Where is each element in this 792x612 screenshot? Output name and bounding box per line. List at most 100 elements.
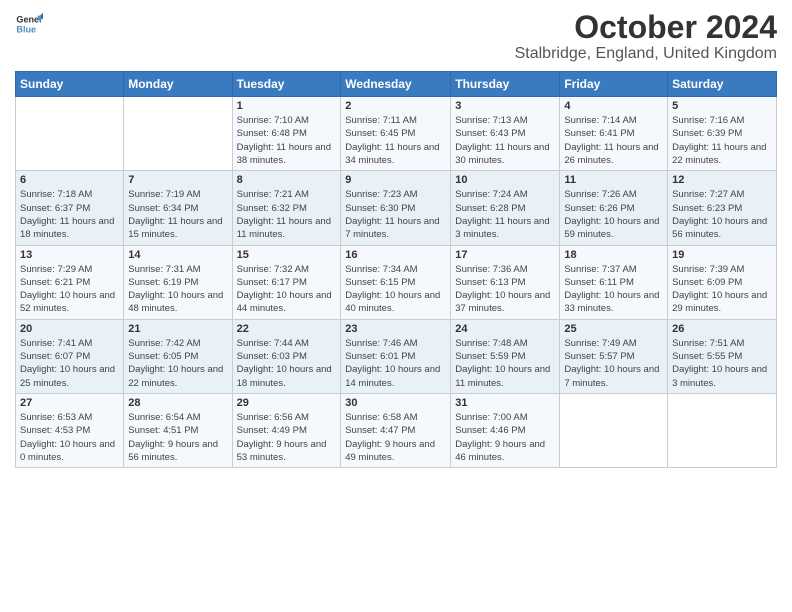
day-cell: 9Sunrise: 7:23 AM Sunset: 6:30 PM Daylig…	[341, 171, 451, 245]
day-info: Sunrise: 7:51 AM Sunset: 5:55 PM Dayligh…	[672, 337, 772, 390]
day-cell: 11 Sunrise: 7:26 AM Sunset: 6:26 PM Dayli…	[560, 171, 668, 245]
day-info: Sunrise: 6:53 AM Sunset: 4:53 PM Dayligh…	[20, 411, 119, 464]
day-info: Sunrise: 7:29 AM Sunset: 6:21 PM Dayligh…	[20, 263, 119, 316]
day-info: Sunrise: 7:46 AM Sunset: 6:01 PM Dayligh…	[345, 337, 446, 390]
day-info: Sunrise: 7:41 AM Sunset: 6:07 PM Dayligh…	[20, 337, 119, 390]
day-cell: 31 Sunrise: 7:00 AM Sunset: 4:46 PM Dayli…	[451, 393, 560, 467]
day-info: Sunrise: 7:13 AM Sunset: 6:43 PM Dayligh…	[455, 114, 555, 167]
day-info: Sunrise: 7:42 AM Sunset: 6:05 PM Dayligh…	[128, 337, 227, 390]
day-number: 29	[237, 397, 337, 409]
day-number: 13	[20, 249, 119, 261]
day-info: Sunrise: 7:16 AM Sunset: 6:39 PM Dayligh…	[672, 114, 772, 167]
title-block: October 2024 Stalbridge, England, United…	[515, 10, 777, 63]
day-cell: 8 Sunrise: 7:21 AM Sunset: 6:32 PM Daylig…	[232, 171, 341, 245]
day-cell: 20 Sunrise: 7:41 AM Sunset: 6:07 PM Dayli…	[16, 319, 124, 393]
weekday-header-tuesday: Tuesday	[232, 72, 341, 97]
week-row-2: 6 Sunrise: 7:18 AM Sunset: 6:37 PM Daylig…	[16, 171, 777, 245]
day-info: Sunrise: 7:18 AM Sunset: 6:37 PM Dayligh…	[20, 188, 119, 241]
week-row-4: 20 Sunrise: 7:41 AM Sunset: 6:07 PM Dayli…	[16, 319, 777, 393]
day-cell	[560, 393, 668, 467]
day-number: 5	[672, 100, 772, 112]
day-info: Sunrise: 7:23 AM Sunset: 6:30 PM Dayligh…	[345, 188, 446, 241]
day-number: 17	[455, 249, 555, 261]
day-number: 15	[237, 249, 337, 261]
main-title: October 2024	[515, 10, 777, 45]
day-number: 1	[237, 100, 337, 112]
weekday-header-friday: Friday	[560, 72, 668, 97]
day-number: 23	[345, 323, 446, 335]
day-cell: 6 Sunrise: 7:18 AM Sunset: 6:37 PM Daylig…	[16, 171, 124, 245]
day-info: Sunrise: 7:34 AM Sunset: 6:15 PM Dayligh…	[345, 263, 446, 316]
day-cell: 27 Sunrise: 6:53 AM Sunset: 4:53 PM Dayli…	[16, 393, 124, 467]
day-cell: 25 Sunrise: 7:49 AM Sunset: 5:57 PM Dayli…	[560, 319, 668, 393]
svg-text:Blue: Blue	[16, 24, 36, 34]
day-info: Sunrise: 7:21 AM Sunset: 6:32 PM Dayligh…	[237, 188, 337, 241]
day-cell: 26 Sunrise: 7:51 AM Sunset: 5:55 PM Dayli…	[668, 319, 777, 393]
weekday-header-saturday: Saturday	[668, 72, 777, 97]
day-info: Sunrise: 6:54 AM Sunset: 4:51 PM Dayligh…	[128, 411, 227, 464]
day-cell: 1 Sunrise: 7:10 AM Sunset: 6:48 PM Daylig…	[232, 97, 341, 171]
day-cell: 5 Sunrise: 7:16 AM Sunset: 6:39 PM Daylig…	[668, 97, 777, 171]
day-number: 18	[564, 249, 663, 261]
day-cell: 16Sunrise: 7:34 AM Sunset: 6:15 PM Dayli…	[341, 245, 451, 319]
day-number: 2	[345, 100, 446, 112]
day-number: 30	[345, 397, 446, 409]
weekday-header-wednesday: Wednesday	[341, 72, 451, 97]
day-number: 11	[564, 174, 663, 186]
day-info: Sunrise: 7:31 AM Sunset: 6:19 PM Dayligh…	[128, 263, 227, 316]
day-cell: 24 Sunrise: 7:48 AM Sunset: 5:59 PM Dayli…	[451, 319, 560, 393]
day-number: 7	[128, 174, 227, 186]
weekday-header-monday: Monday	[124, 72, 232, 97]
day-cell	[124, 97, 232, 171]
calendar-page: General Blue October 2024 Stalbridge, En…	[0, 0, 792, 612]
day-cell: 29Sunrise: 6:56 AM Sunset: 4:49 PM Dayli…	[232, 393, 341, 467]
day-number: 14	[128, 249, 227, 261]
weekday-header-row: SundayMondayTuesdayWednesdayThursdayFrid…	[16, 72, 777, 97]
week-row-3: 13 Sunrise: 7:29 AM Sunset: 6:21 PM Dayli…	[16, 245, 777, 319]
day-cell: 23 Sunrise: 7:46 AM Sunset: 6:01 PM Dayli…	[341, 319, 451, 393]
day-cell: 28 Sunrise: 6:54 AM Sunset: 4:51 PM Dayli…	[124, 393, 232, 467]
day-number: 31	[455, 397, 555, 409]
day-info: Sunrise: 7:14 AM Sunset: 6:41 PM Dayligh…	[564, 114, 663, 167]
day-cell: 19Sunrise: 7:39 AM Sunset: 6:09 PM Dayli…	[668, 245, 777, 319]
weekday-header-sunday: Sunday	[16, 72, 124, 97]
subtitle: Stalbridge, England, United Kingdom	[515, 45, 777, 63]
day-number: 21	[128, 323, 227, 335]
day-info: Sunrise: 7:48 AM Sunset: 5:59 PM Dayligh…	[455, 337, 555, 390]
day-cell: 22 Sunrise: 7:44 AM Sunset: 6:03 PM Dayli…	[232, 319, 341, 393]
day-number: 22	[237, 323, 337, 335]
day-cell: 21 Sunrise: 7:42 AM Sunset: 6:05 PM Dayli…	[124, 319, 232, 393]
logo-icon: General Blue	[15, 10, 43, 38]
day-cell: 14 Sunrise: 7:31 AM Sunset: 6:19 PM Dayli…	[124, 245, 232, 319]
day-cell: 10Sunrise: 7:24 AM Sunset: 6:28 PM Dayli…	[451, 171, 560, 245]
day-number: 20	[20, 323, 119, 335]
day-info: Sunrise: 7:26 AM Sunset: 6:26 PM Dayligh…	[564, 188, 663, 241]
day-number: 3	[455, 100, 555, 112]
day-number: 26	[672, 323, 772, 335]
day-cell: 18Sunrise: 7:37 AM Sunset: 6:11 PM Dayli…	[560, 245, 668, 319]
day-number: 6	[20, 174, 119, 186]
day-info: Sunrise: 7:10 AM Sunset: 6:48 PM Dayligh…	[237, 114, 337, 167]
day-info: Sunrise: 7:49 AM Sunset: 5:57 PM Dayligh…	[564, 337, 663, 390]
day-number: 25	[564, 323, 663, 335]
day-number: 19	[672, 249, 772, 261]
day-info: Sunrise: 7:44 AM Sunset: 6:03 PM Dayligh…	[237, 337, 337, 390]
day-cell: 12 Sunrise: 7:27 AM Sunset: 6:23 PM Dayli…	[668, 171, 777, 245]
day-number: 4	[564, 100, 663, 112]
day-info: Sunrise: 7:11 AM Sunset: 6:45 PM Dayligh…	[345, 114, 446, 167]
day-cell: 15 Sunrise: 7:32 AM Sunset: 6:17 PM Dayli…	[232, 245, 341, 319]
day-number: 28	[128, 397, 227, 409]
day-number: 27	[20, 397, 119, 409]
day-info: Sunrise: 7:36 AM Sunset: 6:13 PM Dayligh…	[455, 263, 555, 316]
header: General Blue October 2024 Stalbridge, En…	[15, 10, 777, 63]
day-cell: 4 Sunrise: 7:14 AM Sunset: 6:41 PM Daylig…	[560, 97, 668, 171]
day-number: 24	[455, 323, 555, 335]
day-info: Sunrise: 7:32 AM Sunset: 6:17 PM Dayligh…	[237, 263, 337, 316]
day-info: Sunrise: 7:00 AM Sunset: 4:46 PM Dayligh…	[455, 411, 555, 464]
day-info: Sunrise: 7:27 AM Sunset: 6:23 PM Dayligh…	[672, 188, 772, 241]
day-cell: 17 Sunrise: 7:36 AM Sunset: 6:13 PM Dayli…	[451, 245, 560, 319]
day-number: 12	[672, 174, 772, 186]
week-row-5: 27 Sunrise: 6:53 AM Sunset: 4:53 PM Dayli…	[16, 393, 777, 467]
day-cell: 30Sunrise: 6:58 AM Sunset: 4:47 PM Dayli…	[341, 393, 451, 467]
day-number: 8	[237, 174, 337, 186]
